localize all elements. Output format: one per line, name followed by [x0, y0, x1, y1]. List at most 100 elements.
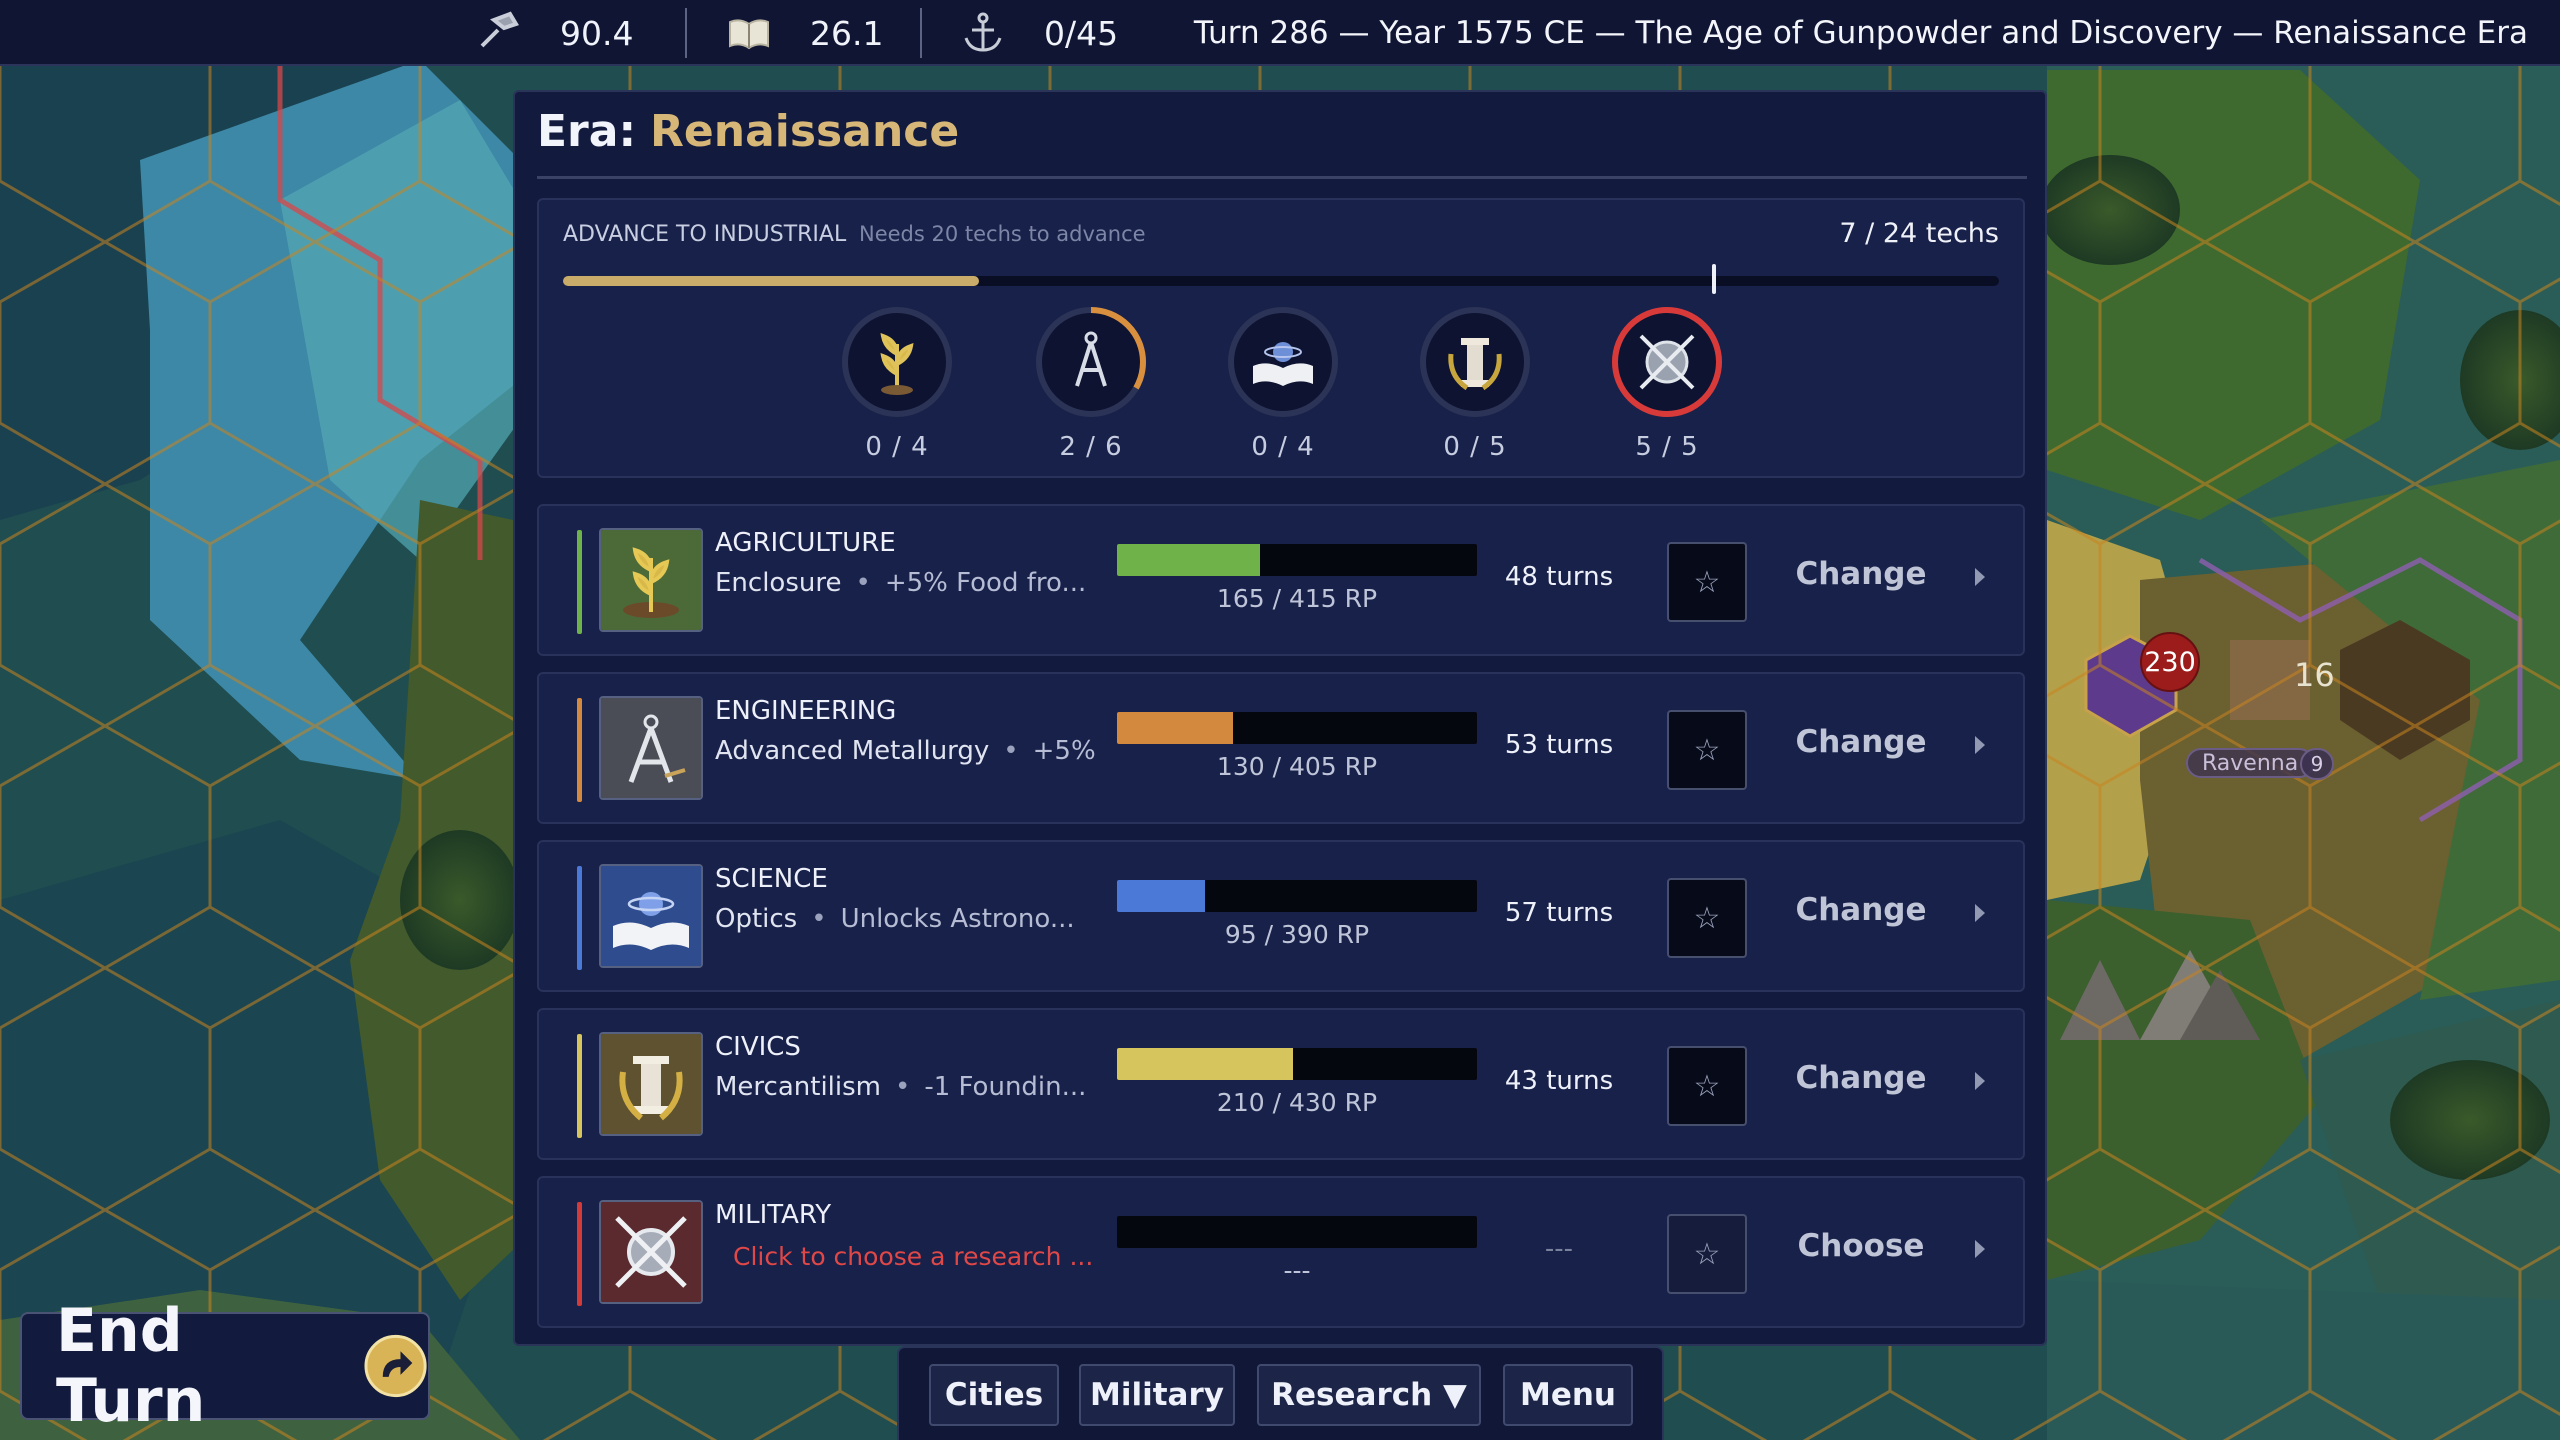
current-tech: Optics • Unlocks Astrono...	[715, 904, 1105, 934]
choose-research-button[interactable]: Choose	[1771, 1228, 1951, 1264]
research-points: 210 / 430 RP	[1216, 1088, 1378, 1117]
change-research-button[interactable]: Change	[1771, 892, 1951, 928]
research-row-agriculture[interactable]: AGRICULTURE Enclosure • +5% Food fro... 16…	[537, 504, 2025, 656]
turn-arrow-icon	[364, 1334, 427, 1398]
research-progress-bar	[1117, 1216, 1477, 1248]
chevron-right-icon[interactable]	[1975, 736, 1985, 754]
current-tech: Advanced Metallurgy • +5%	[715, 736, 1105, 766]
tech-effect: -1 Foundin...	[924, 1072, 1087, 1102]
unit-strength-badge[interactable]: 230	[2140, 632, 2200, 692]
category-ring-civics[interactable]: 0 / 5	[1417, 304, 1533, 462]
tech-name: Enclosure	[715, 568, 842, 598]
research-progress-fill	[1117, 544, 1261, 576]
tech-name: Mercantilism	[715, 1072, 881, 1102]
choose-research-prompt[interactable]: Click to choose a research ...	[733, 1242, 1123, 1271]
category-ring-military[interactable]: 5 / 5	[1609, 304, 1725, 462]
era-progress-fill	[563, 276, 980, 286]
end-turn-label: End Turn	[56, 1296, 206, 1436]
era-label: Era:	[537, 106, 637, 157]
favorite-star-button[interactable]: ☆	[1667, 710, 1747, 790]
category-ring-engineering[interactable]: 2 / 6	[1033, 304, 1149, 462]
category-ring-agriculture[interactable]: 0 / 4	[839, 304, 955, 462]
research-progress-bar	[1117, 544, 1477, 576]
change-research-button[interactable]: Change	[1771, 556, 1951, 592]
advance-requirement: Needs 20 techs to advance	[859, 222, 1146, 246]
compass-icon	[1036, 307, 1146, 417]
research-row-military[interactable]: MILITARY Click to choose a research ... …	[537, 1176, 2025, 1328]
tech-name: Advanced Metallurgy	[715, 736, 990, 766]
bullet: •	[1003, 736, 1019, 766]
planet-book-icon	[599, 864, 703, 968]
research-row-civics[interactable]: CIVICS Mercantilism • -1 Foundin... 210 / …	[537, 1008, 2025, 1160]
divider	[537, 176, 2027, 179]
turns-remaining: 48 turns	[1504, 562, 1614, 592]
book-icon	[726, 10, 772, 56]
research-progress-bar	[1117, 1048, 1477, 1080]
category-count: 0 / 4	[865, 432, 929, 462]
current-tech: Mercantilism • -1 Foundin...	[715, 1072, 1105, 1102]
research-dropdown-button[interactable]: Research ▼	[1257, 1364, 1481, 1426]
category-count: 0 / 4	[1251, 432, 1315, 462]
science-resource[interactable]: 26.1	[726, 0, 883, 66]
category-name: AGRICULTURE	[715, 528, 896, 558]
chevron-right-icon[interactable]	[1975, 568, 1985, 586]
category-count: 0 / 5	[1443, 432, 1507, 462]
favorite-star-button[interactable]: ☆	[1667, 542, 1747, 622]
change-research-button[interactable]: Change	[1771, 724, 1951, 760]
research-row-engineering[interactable]: ENGINEERING Advanced Metallurgy • +5% 130 …	[537, 672, 2025, 824]
production-resource[interactable]: 90.4	[476, 0, 633, 66]
research-points: ---	[1283, 1256, 1311, 1285]
tech-effect: +5% Food fro...	[884, 568, 1087, 598]
research-points: 95 / 390 RP	[1224, 920, 1370, 949]
favorite-star-button[interactable]: ☆	[1667, 1046, 1747, 1126]
research-progress-fill	[1117, 1048, 1293, 1080]
research-points: 130 / 405 RP	[1216, 752, 1378, 781]
advance-threshold-marker	[1711, 264, 1716, 294]
tech-name: Optics	[715, 904, 798, 934]
menu-button[interactable]: Menu	[1503, 1364, 1633, 1426]
city-population: 16	[2294, 656, 2335, 694]
category-count: 2 / 6	[1059, 432, 1123, 462]
end-turn-button[interactable]: End Turn	[20, 1296, 430, 1436]
favorite-star-button[interactable]: ☆	[1667, 1214, 1747, 1294]
turns-remaining: 53 turns	[1504, 730, 1614, 760]
tech-count: 7 / 24 techs	[1839, 218, 1999, 249]
divider	[920, 8, 922, 58]
turns-remaining: 43 turns	[1504, 1066, 1614, 1096]
era-name: Renaissance	[650, 106, 960, 157]
category-color-stripe	[577, 1202, 582, 1306]
research-progress-fill	[1117, 880, 1205, 912]
category-ring-science[interactable]: 0 / 4	[1225, 304, 1341, 462]
chevron-right-icon[interactable]	[1975, 904, 1985, 922]
category-name: SCIENCE	[715, 864, 828, 894]
turns-remaining: 57 turns	[1504, 898, 1614, 928]
sword-shield-icon	[599, 1200, 703, 1304]
research-progress-fill	[1117, 712, 1233, 744]
category-count: 5 / 5	[1635, 432, 1699, 462]
sword-shield-icon	[1612, 307, 1722, 417]
naval-resource[interactable]: 0/45	[960, 0, 1118, 66]
research-points: 165 / 415 RP	[1216, 584, 1378, 613]
chevron-right-icon[interactable]	[1975, 1072, 1985, 1090]
research-row-science[interactable]: SCIENCE Optics • Unlocks Astrono... 95 / 3…	[537, 840, 2025, 992]
era-progress-bar	[563, 264, 1999, 294]
research-panel: Era: Renaissance ADVANCE TO INDUSTRIAL Ne…	[513, 90, 2047, 1346]
favorite-star-button[interactable]: ☆	[1667, 878, 1747, 958]
science-value: 26.1	[810, 13, 884, 53]
chevron-right-icon[interactable]	[1975, 1240, 1985, 1258]
current-tech: Enclosure • +5% Food fro...	[715, 568, 1105, 598]
military-button[interactable]: Military	[1079, 1364, 1235, 1426]
city-size-badge: 9	[2300, 748, 2334, 780]
turn-info: Turn 286 — Year 1575 CE — The Age of Gun…	[1193, 15, 2528, 51]
research-progress-bar	[1117, 712, 1477, 744]
top-resource-bar: 90.4 26.1 0/45 Turn 286 — Year 1575 CE —…	[0, 0, 2560, 66]
era-advance-section: ADVANCE TO INDUSTRIAL Needs 20 techs to …	[537, 198, 2025, 478]
cities-button[interactable]: Cities	[929, 1364, 1059, 1426]
production-value: 90.4	[560, 13, 634, 53]
research-progress-bar	[1117, 880, 1477, 912]
era-title: Era: Renaissance	[537, 106, 959, 157]
tech-effect: Unlocks Astrono...	[840, 904, 1075, 934]
city-name-label[interactable]: Ravenna	[2186, 748, 2315, 778]
pillar-icon	[1420, 307, 1530, 417]
change-research-button[interactable]: Change	[1771, 1060, 1951, 1096]
